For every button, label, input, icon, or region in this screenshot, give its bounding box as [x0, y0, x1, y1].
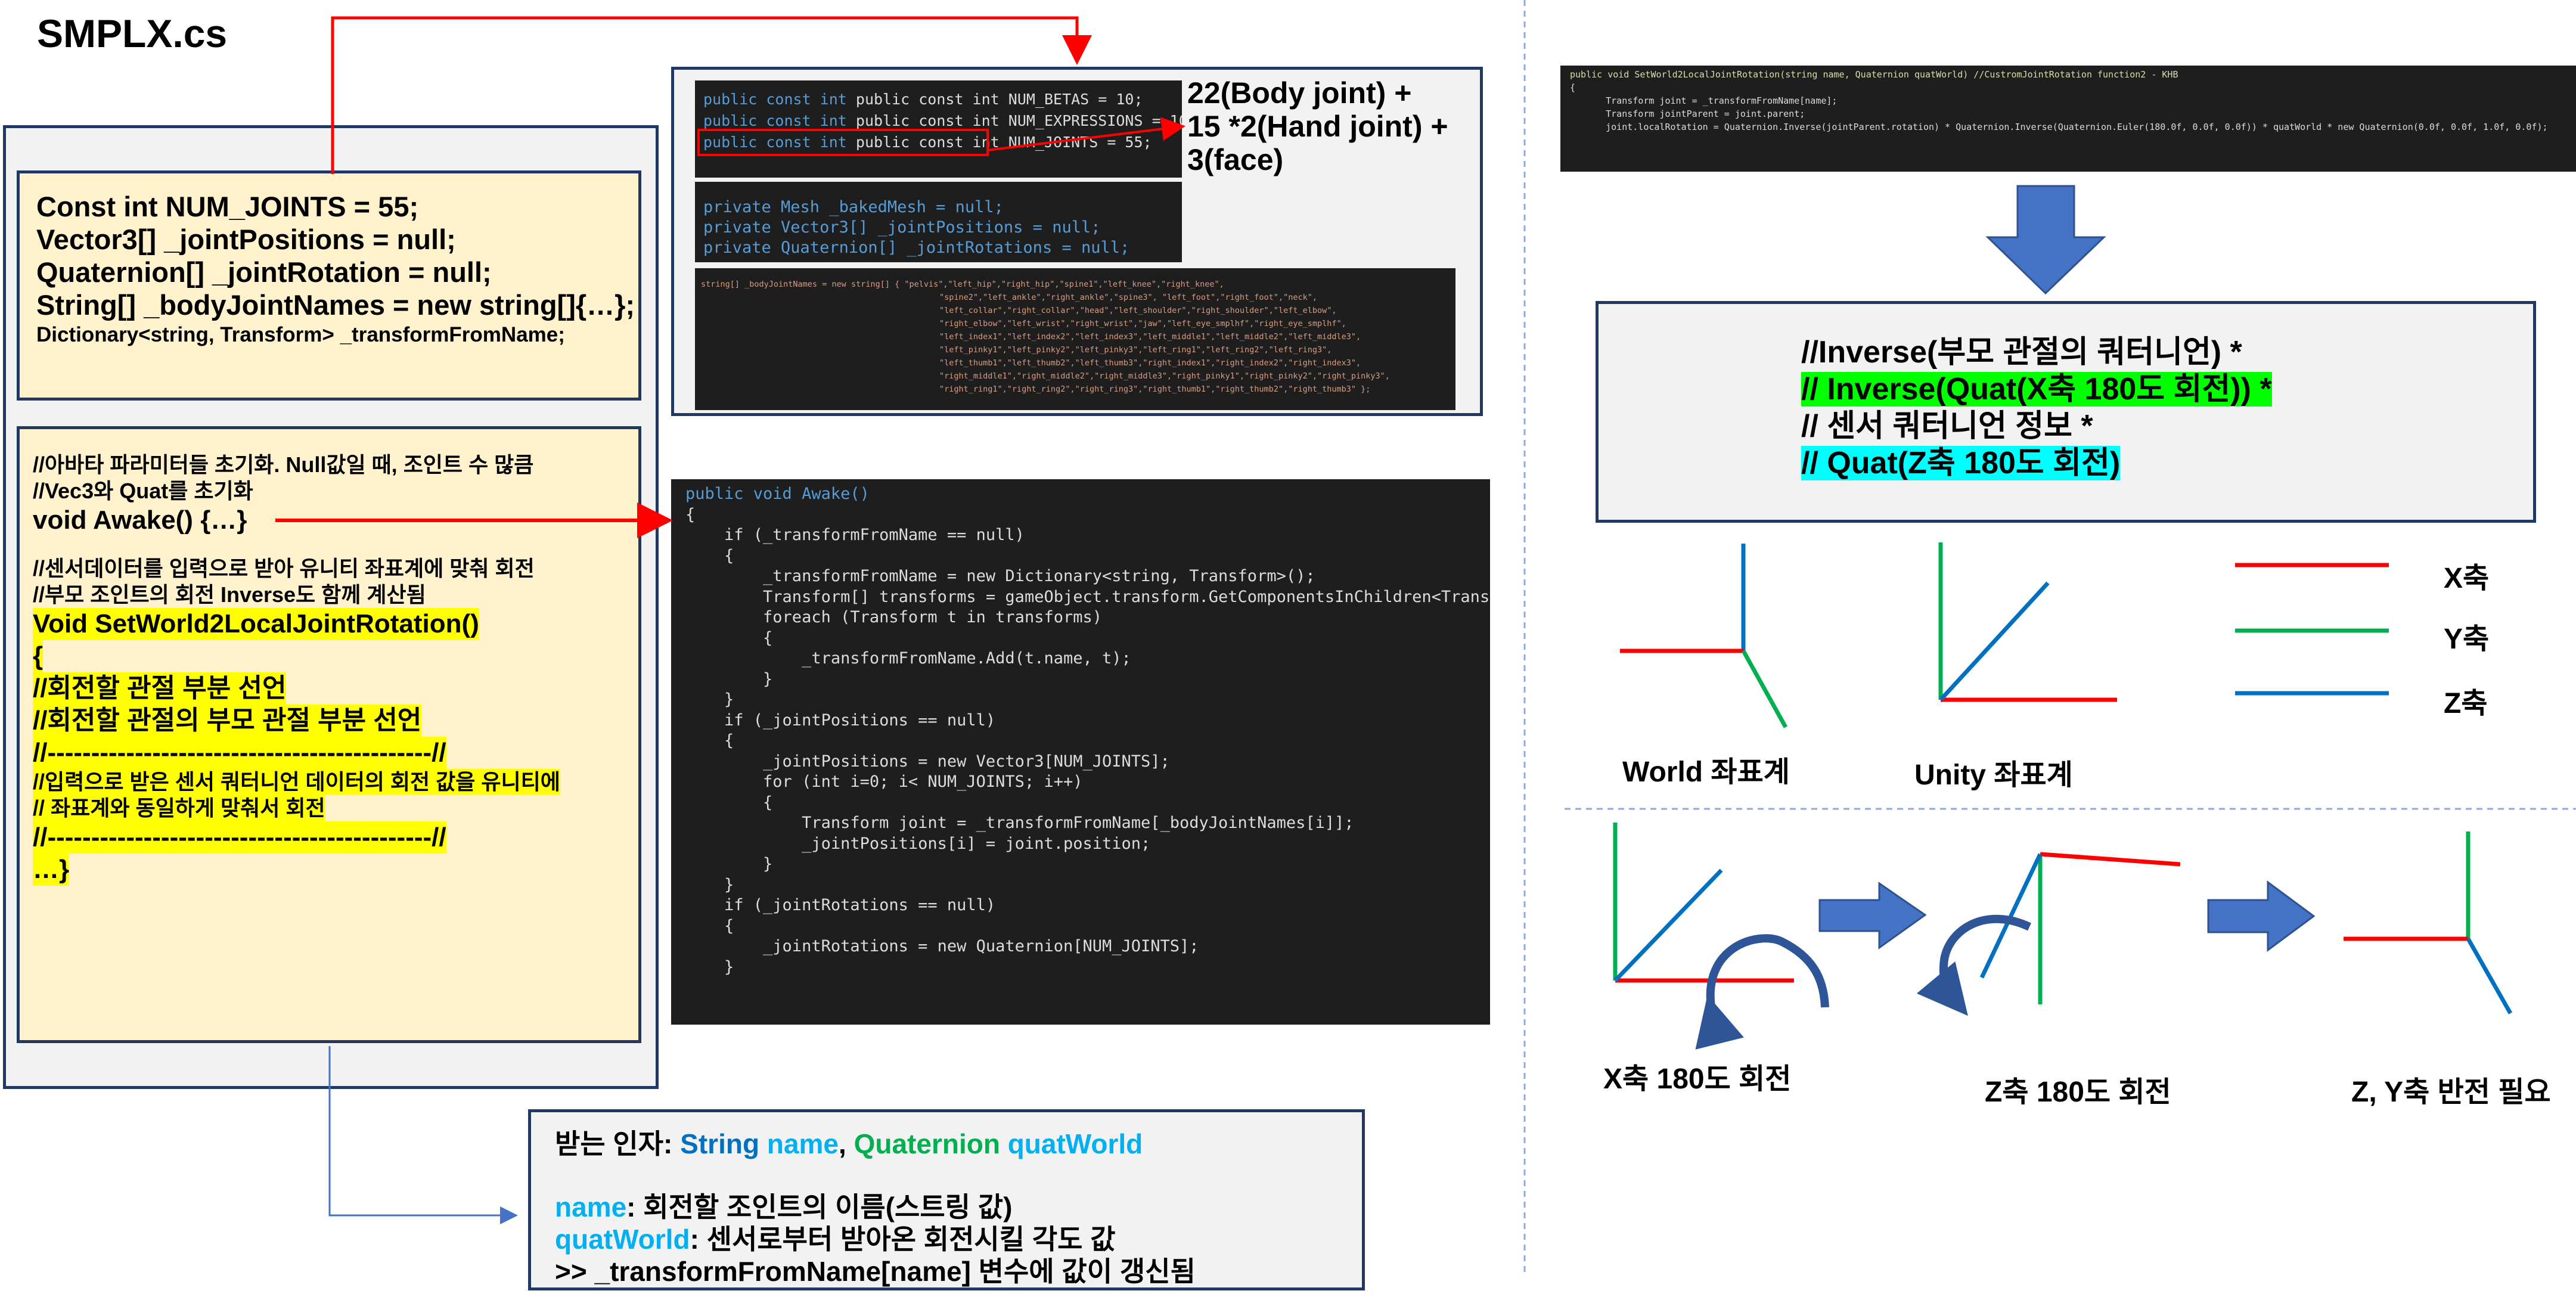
z-rotation-curve-icon: [1916, 914, 2031, 1016]
down-arrow-icon: [1985, 185, 2106, 295]
right-arrow-icon: [1818, 882, 1927, 950]
pre-x-rotation-axes: [1613, 823, 1829, 1050]
post-x-rotation-axes: [1916, 852, 2181, 1016]
num-joints-to-note-arrow: [987, 117, 1185, 151]
unity-axes: [1938, 542, 2117, 702]
world-axes: [1620, 544, 1788, 728]
post-z-rotation-axes: [2344, 831, 2513, 1014]
decl-to-const-connector: [331, 16, 1092, 174]
diagram-overlay: [275, 0, 2576, 1273]
right-arrow-icon: [2207, 880, 2316, 952]
methods-to-args-connector: [328, 1046, 518, 1224]
num-joints-highlight: [697, 129, 989, 156]
